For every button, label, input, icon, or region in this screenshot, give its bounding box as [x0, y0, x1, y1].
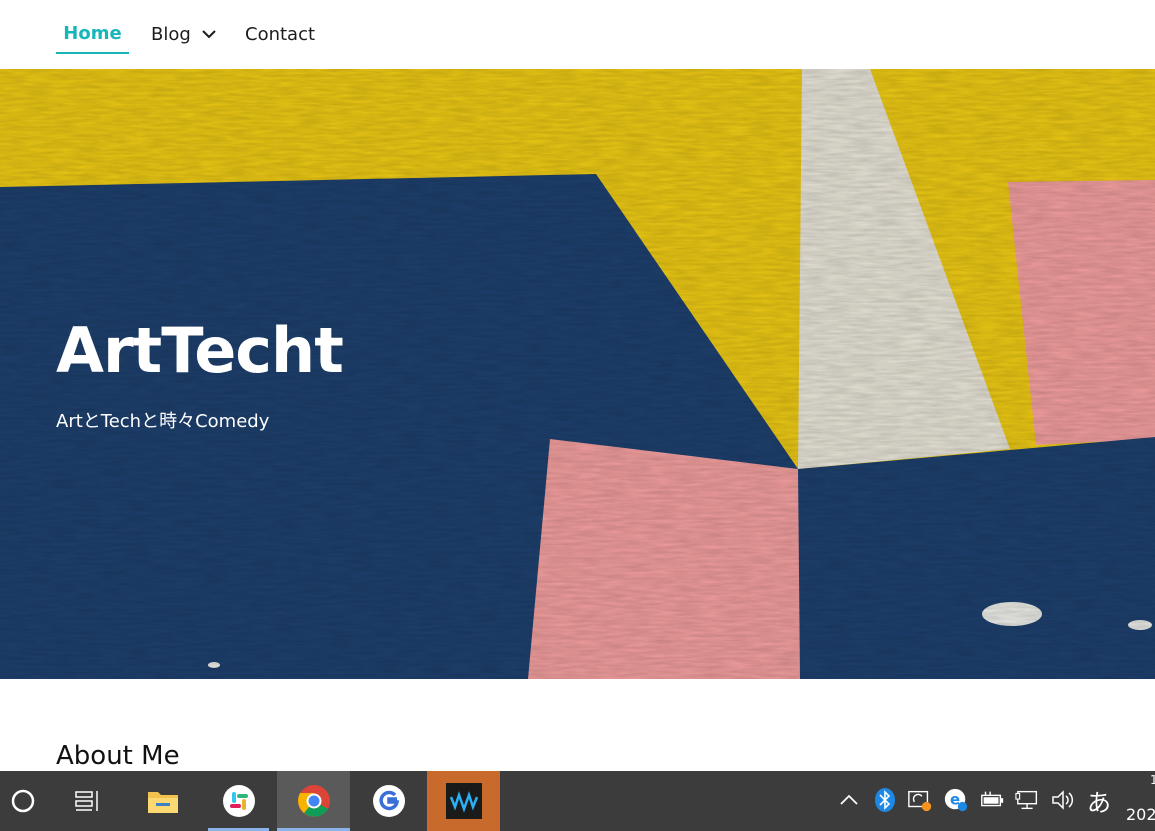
- waves-app-icon: [445, 783, 482, 819]
- volume-icon: [1052, 790, 1074, 810]
- file-explorer-button[interactable]: [132, 771, 193, 831]
- sync-icon: [908, 790, 932, 812]
- nav-home-link[interactable]: Home: [56, 14, 129, 54]
- hero-banner: ArtTecht ArtとTechと時々Comedy: [0, 69, 1155, 679]
- battery-icon: [981, 791, 1004, 807]
- sync-tray-button[interactable]: [907, 787, 933, 813]
- chevron-down-icon[interactable]: [201, 26, 217, 42]
- slack-button[interactable]: [208, 771, 269, 831]
- chrome-button[interactable]: [277, 771, 350, 831]
- clock-time[interactable]: 1: [1150, 773, 1155, 787]
- file-explorer-icon: [147, 792, 178, 813]
- e-app-icon: e: [944, 788, 968, 812]
- nav-contact-link[interactable]: Contact: [245, 14, 315, 54]
- show-hidden-icons-button[interactable]: [836, 787, 862, 813]
- windows-taskbar: e あ 1 202: [0, 771, 1155, 831]
- network-tray-button[interactable]: [1015, 787, 1041, 813]
- g-app-icon: [372, 785, 405, 817]
- volume-tray-button[interactable]: [1050, 787, 1076, 813]
- nav-home-label: Home: [63, 22, 122, 44]
- ime-mode-indicator[interactable]: あ: [1087, 783, 1111, 818]
- site-tagline: ArtとTechと時々Comedy: [56, 411, 270, 432]
- waves-app-button[interactable]: [427, 771, 500, 831]
- chrome-icon: [297, 785, 330, 817]
- e-app-tray-button[interactable]: e: [943, 787, 969, 813]
- nav-blog-link[interactable]: Blog: [151, 14, 217, 54]
- battery-tray-button[interactable]: [979, 787, 1005, 813]
- site-title: ArtTecht: [56, 314, 344, 387]
- cortana-circle-icon: [11, 789, 34, 813]
- bluetooth-tray-button[interactable]: [872, 787, 898, 813]
- task-view-button[interactable]: [56, 771, 117, 831]
- task-view-icon: [74, 791, 98, 811]
- clock-date[interactable]: 202: [1126, 805, 1155, 824]
- slack-icon: [222, 785, 255, 817]
- nav-contact-label: Contact: [245, 23, 316, 45]
- g-app-button[interactable]: [358, 771, 419, 831]
- bluetooth-icon: [875, 788, 895, 812]
- about-me-heading: About Me: [56, 741, 180, 771]
- network-icon: [1015, 790, 1038, 810]
- nav-blog-label: Blog: [151, 23, 191, 45]
- cortana-button[interactable]: [0, 771, 45, 831]
- chevron-up-icon: [840, 794, 858, 805]
- top-navigation: Home Blog Contact: [0, 0, 1155, 69]
